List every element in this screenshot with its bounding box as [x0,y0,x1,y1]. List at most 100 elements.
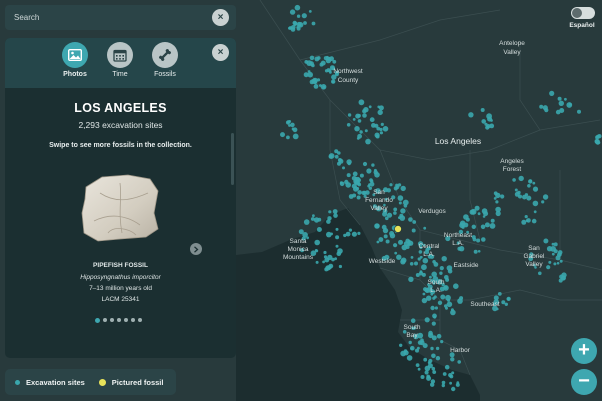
excavation-site-dot[interactable] [314,239,321,246]
excavation-site-dot[interactable] [495,200,499,204]
excavation-site-dot[interactable] [446,301,453,308]
excavation-site-dot[interactable] [348,228,352,232]
excavation-site-dot[interactable] [422,343,428,349]
excavation-site-dot[interactable] [459,220,466,227]
excavation-site-dot[interactable] [532,181,536,185]
excavation-site-dot[interactable] [568,102,572,106]
excavation-site-dot[interactable] [395,183,399,187]
excavation-site-dot[interactable] [331,74,337,80]
excavation-site-dot[interactable] [379,127,383,132]
excavation-site-dot[interactable] [444,364,450,370]
excavation-site-dot[interactable] [334,154,339,159]
excavation-site-dot[interactable] [309,55,315,61]
excavation-site-dot[interactable] [400,185,406,192]
excavation-site-dot[interactable] [424,370,429,375]
excavation-site-dot[interactable] [374,172,380,178]
excavation-site-dot[interactable] [493,197,497,200]
excavation-site-dot[interactable] [506,297,510,301]
excavation-site-dot[interactable] [337,161,341,166]
excavation-site-dot[interactable] [311,21,316,26]
excavation-site-dot[interactable] [465,217,470,222]
excavation-site-dot[interactable] [471,224,476,229]
excavation-site-dot[interactable] [293,22,297,26]
excavation-site-dot[interactable] [296,14,301,18]
excavation-site-dot[interactable] [357,231,361,235]
excavation-site-dot[interactable] [364,129,368,133]
tab-photos[interactable]: Photos [55,42,95,78]
excavation-site-dot[interactable] [553,242,558,247]
excavation-site-dot[interactable] [480,224,486,230]
excavation-site-dot[interactable] [332,59,337,64]
excavation-site-dot[interactable] [431,366,436,371]
excavation-site-dot[interactable] [417,346,420,350]
excavation-site-dot[interactable] [430,382,435,387]
excavation-site-dot[interactable] [355,176,361,182]
excavation-site-dot[interactable] [501,300,506,305]
excavation-site-dot[interactable] [532,186,539,192]
excavation-site-dot[interactable] [357,113,361,118]
excavation-site-dot[interactable] [339,181,345,187]
excavation-site-dot[interactable] [439,271,443,275]
excavation-site-dot[interactable] [397,195,404,201]
excavation-site-dot[interactable] [557,96,562,101]
excavation-site-dot[interactable] [539,104,544,109]
excavation-site-dot[interactable] [303,21,307,25]
excavation-site-dot[interactable] [403,350,409,356]
excavation-site-dot[interactable] [444,304,448,308]
excavation-site-dot[interactable] [553,262,557,266]
excavation-site-dot[interactable] [374,223,380,229]
excavation-site-dot[interactable] [368,105,372,109]
excavation-site-dot[interactable] [398,239,403,245]
excavation-site-dot[interactable] [378,105,384,111]
excavation-site-dot[interactable] [423,226,427,230]
excavation-site-dot[interactable] [422,292,426,296]
tab-fossils[interactable]: Fossils [145,42,185,78]
excavation-site-dot[interactable] [481,119,487,124]
excavation-site-dot[interactable] [358,99,365,106]
excavation-site-dot[interactable] [365,190,370,195]
excavation-site-dot[interactable] [338,264,342,269]
excavation-site-dot[interactable] [456,381,460,385]
excavation-site-dot[interactable] [476,238,481,243]
carousel-dot[interactable] [110,318,114,322]
excavation-site-dot[interactable] [398,216,401,220]
excavation-site-dot[interactable] [423,357,428,362]
excavation-site-dot[interactable] [352,171,358,177]
excavation-site-dot[interactable] [477,250,481,253]
excavation-site-dot[interactable] [400,208,406,214]
excavation-site-dot[interactable] [420,375,425,379]
excavation-site-dot[interactable] [362,113,367,118]
excavation-site-dot[interactable] [410,345,415,351]
excavation-site-dot[interactable] [371,123,376,128]
excavation-site-dot[interactable] [347,113,352,117]
excavation-site-dot[interactable] [555,109,561,115]
excavation-site-dot[interactable] [334,149,339,154]
excavation-site-dot[interactable] [497,292,502,296]
carousel-dot[interactable] [124,318,128,322]
excavation-site-dot[interactable] [296,26,301,31]
excavation-site-dot[interactable] [319,84,322,87]
carousel-dot[interactable] [95,317,100,323]
excavation-site-dot[interactable] [367,184,371,188]
excavation-site-dot[interactable] [357,182,362,187]
excavation-site-dot[interactable] [435,356,441,361]
excavation-site-dot[interactable] [415,363,420,367]
excavation-site-dot[interactable] [330,232,333,236]
excavation-site-dot[interactable] [324,69,329,73]
excavation-site-dot[interactable] [597,134,602,139]
excavation-site-dot[interactable] [411,228,416,233]
excavation-site-dot[interactable] [298,229,304,235]
excavation-site-dot[interactable] [451,386,456,392]
excavation-site-dot[interactable] [362,161,368,167]
excavation-site-dot[interactable] [443,285,448,290]
excavation-site-dot[interactable] [382,126,389,132]
excavation-site-dot[interactable] [430,346,434,351]
excavation-site-dot[interactable] [335,235,340,240]
excavation-site-dot[interactable] [473,249,478,254]
excavation-site-dot[interactable] [403,204,408,208]
excavation-site-dot[interactable] [521,219,527,225]
excavation-site-dot[interactable] [549,90,555,96]
excavation-site-dot[interactable] [485,125,490,130]
excavation-site-dot[interactable] [421,264,427,271]
zoom-out-button[interactable]: − [571,369,597,395]
